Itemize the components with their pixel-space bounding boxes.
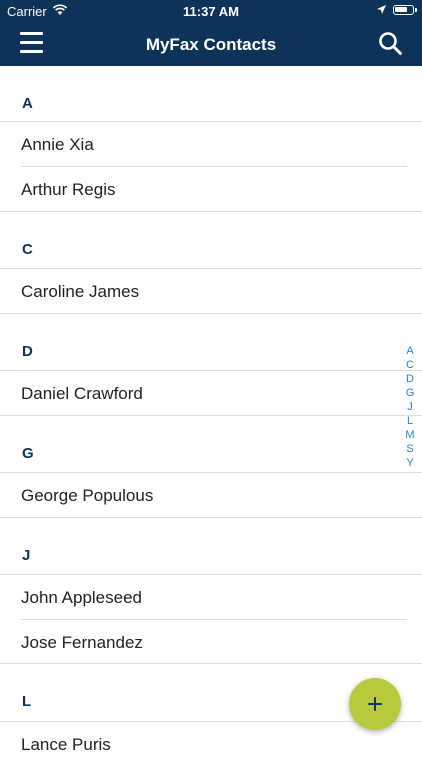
index-letter-c[interactable]: C — [403, 358, 417, 372]
contact-row[interactable]: Lance Puris — [0, 722, 422, 767]
contact-row[interactable]: John Appleseed — [0, 575, 422, 620]
page-title: MyFax Contacts — [145, 35, 277, 54]
divider — [0, 211, 422, 212]
contact-name: Caroline James — [21, 282, 140, 301]
contact-row[interactable]: George Populous — [0, 473, 422, 518]
location-icon — [376, 3, 387, 18]
contact-row[interactable]: Annie Xia — [0, 122, 422, 167]
status-bar: Carrier 11:37 AM — [0, 0, 422, 22]
contact-row[interactable]: Caroline James — [0, 269, 422, 314]
contact-row[interactable]: Daniel Crawford — [0, 371, 422, 416]
top-bar: Carrier 11:37 AM MyFax Contacts — [0, 0, 422, 66]
section-header-d: D — [22, 343, 33, 360]
divider — [0, 415, 422, 416]
contact-name: Arthur Regis — [21, 180, 116, 199]
add-contact-button[interactable] — [349, 678, 401, 730]
divider — [0, 663, 422, 664]
index-letter-l[interactable]: L — [403, 414, 417, 428]
index-letter-g[interactable]: G — [403, 386, 417, 400]
index-letter-m[interactable]: M — [403, 428, 417, 442]
section-index[interactable]: A C D G J L M S Y — [403, 344, 417, 470]
nav-bar: MyFax Contacts — [0, 22, 422, 66]
index-letter-a[interactable]: A — [403, 344, 417, 358]
contact-name: John Appleseed — [21, 588, 142, 607]
search-icon — [379, 32, 402, 55]
divider — [0, 517, 422, 518]
search-button[interactable] — [378, 31, 403, 56]
index-letter-d[interactable]: D — [403, 372, 417, 386]
status-time: 11:37 AM — [183, 4, 239, 19]
contact-name: Lance Puris — [21, 735, 111, 754]
section-header-g: G — [22, 445, 34, 462]
section-header-j: J — [22, 547, 31, 564]
index-letter-y[interactable]: Y — [403, 456, 417, 470]
contact-name: Annie Xia — [21, 135, 94, 154]
contact-name: Daniel Crawford — [21, 384, 143, 403]
plus-icon — [368, 697, 382, 711]
battery-icon — [393, 5, 417, 15]
contact-name: Jose Fernandez — [21, 633, 143, 652]
contact-name: George Populous — [21, 486, 154, 505]
index-letter-s[interactable]: S — [403, 442, 417, 456]
contact-row[interactable]: Jose Fernandez — [0, 620, 422, 665]
section-header-a: A — [22, 95, 33, 112]
section-header-c: C — [22, 241, 33, 258]
index-letter-j[interactable]: J — [403, 400, 417, 414]
contacts-list[interactable]: A Annie Xia Arthur Regis C Caroline Jame… — [0, 66, 422, 767]
contact-row[interactable]: Arthur Regis — [0, 167, 422, 212]
section-header-l: L — [22, 693, 32, 710]
divider — [0, 313, 422, 314]
